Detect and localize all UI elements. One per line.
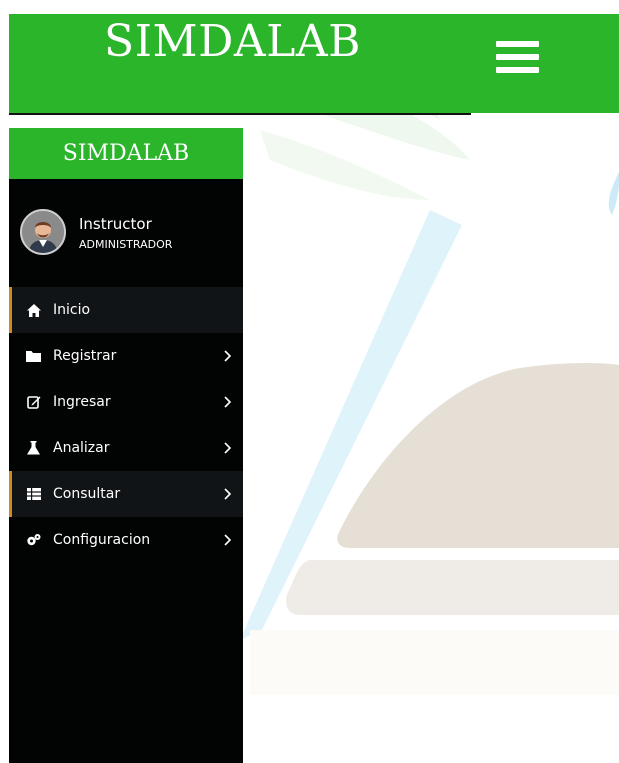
hamburger-menu-icon[interactable] [496,39,539,75]
sidebar-item-label: Registrar [53,348,117,364]
sidebar-item-registrar[interactable]: Registrar [9,333,243,379]
chevron-right-icon [224,488,232,500]
sidebar-item-inicio[interactable]: Inicio [9,287,243,333]
home-icon [26,303,41,318]
sidebar-item-label: Ingresar [53,394,111,410]
flask-icon [26,441,41,456]
sidebar: SIMDALAB Instructor ADMINISTRADOR Inicio [9,128,243,763]
sidebar-item-consultar[interactable]: Consultar [9,471,243,517]
table-icon [26,487,41,502]
sidebar-item-label: Consultar [53,486,121,502]
chevron-right-icon [224,534,232,546]
sidebar-item-ingresar[interactable]: Ingresar [9,379,243,425]
sidebar-brand[interactable]: SIMDALAB [9,128,243,179]
sidebar-item-configuracion[interactable]: Configuracion [9,517,243,563]
user-name: Instructor [79,215,152,233]
app-brand-title[interactable]: SIMDALAB [104,16,361,67]
sidebar-item-label: Analizar [53,440,110,456]
user-role: ADMINISTRADOR [79,238,173,251]
chevron-right-icon [224,396,232,408]
edit-icon [26,395,41,410]
avatar [20,209,66,255]
chevron-right-icon [224,442,232,454]
gears-icon [26,533,41,548]
sidebar-item-label: Configuracion [53,532,151,548]
sidebar-item-label: Inicio [53,302,91,318]
folder-icon [26,349,41,364]
navbar-divider [9,113,471,115]
sidebar-item-analizar[interactable]: Analizar [9,425,243,471]
sidebar-menu: Inicio Registrar Ingresar Analizar Consu… [9,287,243,563]
chevron-right-icon [224,350,232,362]
user-panel: Instructor ADMINISTRADOR [9,179,243,287]
